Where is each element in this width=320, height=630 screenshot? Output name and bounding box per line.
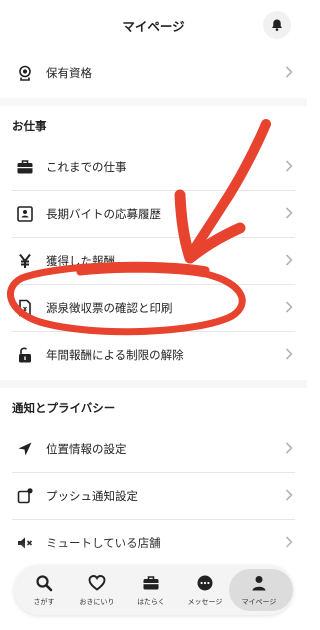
menu-item-withholding-slip[interactable]: 源泉徴収票の確認と印刷 (0, 285, 307, 331)
menu-item-push-notification-settings[interactable]: プッシュ通知設定 (0, 473, 307, 519)
tab-work[interactable]: はたらく (125, 565, 177, 615)
tab-label: はたらく (137, 598, 165, 606)
id-card-icon (17, 206, 33, 222)
chevron-right-icon (285, 160, 293, 172)
briefcase-icon (17, 160, 33, 174)
menu-item-location-settings[interactable]: 位置情報の設定 (0, 426, 307, 472)
tab-messages[interactable]: メッセージ (179, 565, 231, 615)
search-icon (36, 575, 53, 592)
chevron-right-icon (285, 254, 293, 266)
section-title-work: お仕事 (12, 119, 47, 133)
bell-icon (272, 19, 282, 31)
menu-item-label: 保有資格 (46, 66, 92, 80)
section-spacer (0, 98, 307, 106)
location-arrow-icon (18, 442, 32, 456)
bottom-tab-bar: さがす おきにいり はたらく メッセージ マイページ (14, 565, 293, 615)
message-icon (197, 575, 213, 591)
chevron-right-icon (285, 207, 293, 219)
document-icon (19, 299, 31, 317)
section-title-notifications-privacy: 通知とプライバシー (12, 401, 116, 415)
tab-label: マイページ (241, 598, 277, 606)
tab-favorites[interactable]: おきにいり (71, 565, 123, 615)
section-spacer (0, 380, 307, 388)
menu-item-annual-limit-release[interactable]: 年間報酬による制限の解除 (0, 332, 307, 378)
menu-item-long-term-applications[interactable]: 長期バイトの応募履歴 (0, 191, 307, 237)
page-title: マイページ (122, 19, 185, 34)
person-icon (252, 576, 266, 591)
tab-mypage[interactable]: マイページ (229, 565, 293, 615)
yen-icon (19, 253, 31, 268)
menu-item-label: 源泉徴収票の確認と印刷 (46, 301, 173, 315)
menu-item-label: 獲得した報酬 (46, 254, 115, 268)
chevron-right-icon (285, 66, 293, 78)
chevron-right-icon (285, 301, 293, 313)
notification-bell-button[interactable] (263, 11, 291, 39)
menu-item-certifications[interactable]: 保有資格 (0, 50, 307, 96)
app-header: マイページ (0, 0, 307, 50)
heart-icon (88, 575, 106, 591)
menu-item-past-jobs[interactable]: これまでの仕事 (0, 144, 307, 190)
certificate-icon (19, 65, 31, 81)
tab-search[interactable]: さがす (18, 565, 70, 615)
tab-label: おきにいり (79, 598, 115, 606)
unlock-icon (19, 347, 31, 363)
briefcase-icon (143, 576, 159, 590)
chevron-right-icon (285, 348, 293, 360)
menu-item-label: 年間報酬による制限の解除 (46, 348, 184, 362)
menu-item-earned-rewards[interactable]: 獲得した報酬 (0, 238, 307, 284)
chevron-right-icon (285, 442, 293, 454)
menu-item-label: プッシュ通知設定 (46, 489, 138, 503)
menu-item-label: これまでの仕事 (46, 160, 127, 174)
tab-label: メッセージ (187, 598, 223, 606)
menu-item-label: 位置情報の設定 (46, 442, 127, 456)
menu-item-label: 長期バイトの応募履歴 (46, 207, 161, 221)
chevron-right-icon (285, 489, 293, 501)
tab-label: さがす (33, 598, 55, 606)
push-notification-icon (17, 488, 33, 504)
